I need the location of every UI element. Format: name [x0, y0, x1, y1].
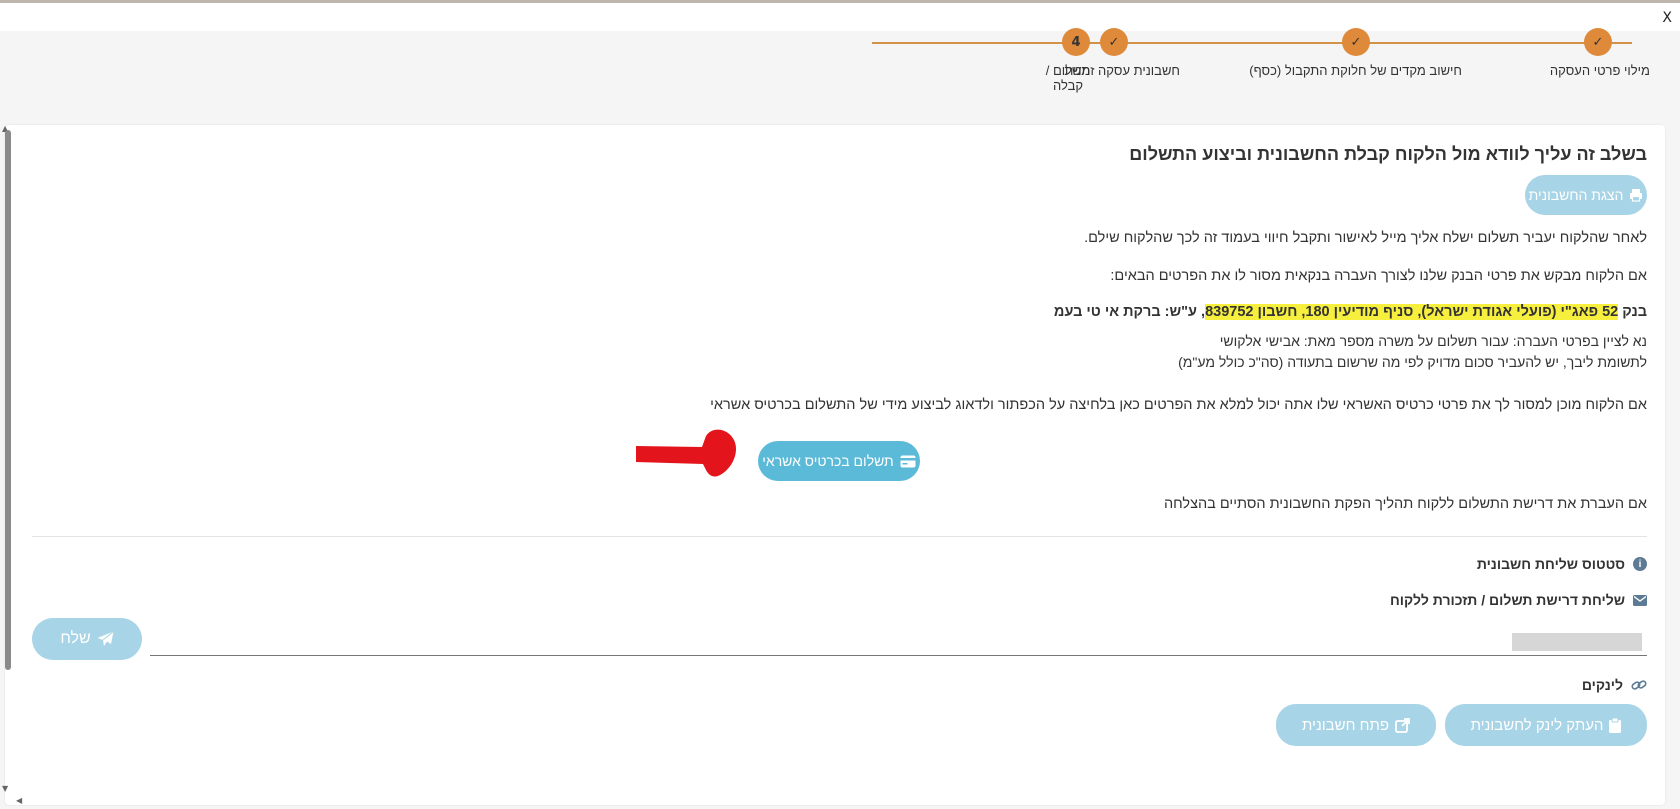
step-2-check-icon: ✓ — [1342, 28, 1370, 56]
paper-plane-icon — [97, 631, 114, 647]
open-invoice-button[interactable]: פתח חשבונית — [1276, 704, 1436, 746]
step-3-check-icon: ✓ — [1100, 28, 1128, 56]
step-1-check-icon: ✓ — [1584, 28, 1612, 56]
redacted-email-value — [1512, 633, 1642, 651]
copy-invoice-link-button[interactable]: העתק לינק לחשבונית — [1445, 704, 1647, 746]
exact-amount-note: לתשומת ליבך, יש להעביר סכום מדויק לפי מה… — [1178, 354, 1647, 370]
scroll-left-arrow-icon[interactable]: ◀ — [16, 796, 22, 805]
credit-card-info-text: אם הלקוח מוכן למסור לך את פרטי כרטיס האש… — [710, 397, 1647, 413]
scroll-down-arrow-icon[interactable]: ▼ — [2, 784, 8, 793]
links-title: לינקים — [1582, 677, 1647, 693]
credit-card-icon — [900, 455, 916, 468]
modal-header — [0, 3, 1680, 31]
step-4-number: 4 — [1062, 28, 1090, 56]
bank-owner: , ע"ש: ברקת אי טי בעמ — [1053, 304, 1206, 320]
input-underline — [150, 655, 1647, 656]
envelope-icon — [1633, 594, 1647, 606]
credit-card-payment-button[interactable]: תשלום בכרטיס אשראי — [758, 441, 920, 481]
step-1-label: מילוי פרטי העסקה — [1549, 63, 1650, 78]
page-title: בשלב זה עליך לוודא מול הלקוח קבלת החשבונ… — [1129, 144, 1647, 164]
send-button[interactable]: שלח — [32, 618, 142, 660]
bank-prefix: בנק — [1622, 304, 1647, 320]
recipient-email-input[interactable] — [150, 625, 1647, 655]
printer-icon — [1629, 188, 1643, 202]
bank-request-text: אם הלקוח מבקש את פרטי הבנק שלנו לצורך הע… — [1110, 268, 1647, 284]
bank-account-highlight: 52 פאג"י (פועלי אגודת ישראל), סניף מודיע… — [1205, 304, 1619, 320]
payment-request-title: שליחת דרישת תשלום / תזכורת ללקוח — [1390, 592, 1647, 608]
copy-invoice-link-label: העתק לינק לחשבונית — [1470, 716, 1604, 734]
stepper-line — [872, 42, 1632, 44]
close-button[interactable]: X — [1662, 10, 1672, 26]
show-invoice-label: הצגת החשבונית — [1528, 187, 1624, 203]
show-invoice-button[interactable]: הצגת החשבונית — [1525, 175, 1647, 215]
bank-details: בנק 52 פאג"י (פועלי אגודת ישראל), סניף מ… — [1054, 304, 1647, 320]
transfer-note: נא לציין בפרטי העברה: עבור תשלום על משרה… — [1219, 333, 1647, 349]
step-4-label: תשלום / קבלה — [1045, 63, 1091, 93]
external-link-icon — [1395, 717, 1410, 733]
send-label: שלח — [60, 630, 91, 647]
vertical-scrollbar[interactable] — [5, 130, 11, 670]
step-2-label: חישוב מקדים של חלוקת התקבול (כסף) — [1249, 63, 1462, 78]
red-arrow-annotation-icon — [632, 420, 742, 480]
section-divider — [32, 536, 1647, 537]
progress-stepper: ✓ מילוי פרטי העסקה ✓ חישוב מקדים של חלוק… — [850, 28, 1650, 108]
credit-card-payment-label: תשלום בכרטיס אשראי — [762, 453, 894, 469]
payment-info-text: לאחר שהלקוח יעביר תשלום ישלח אליך מייל ל… — [1084, 230, 1647, 246]
clipboard-icon — [1609, 717, 1622, 733]
invoice-status-title: i סטטוס שליחת חשבונית — [1477, 556, 1647, 572]
invoice-complete-text: אם העברת את דרישת התשלום ללקוח תהליך הפק… — [1163, 496, 1647, 512]
open-invoice-label: פתח חשבונית — [1301, 716, 1390, 734]
link-icon — [1631, 678, 1647, 692]
info-icon: i — [1633, 557, 1647, 571]
